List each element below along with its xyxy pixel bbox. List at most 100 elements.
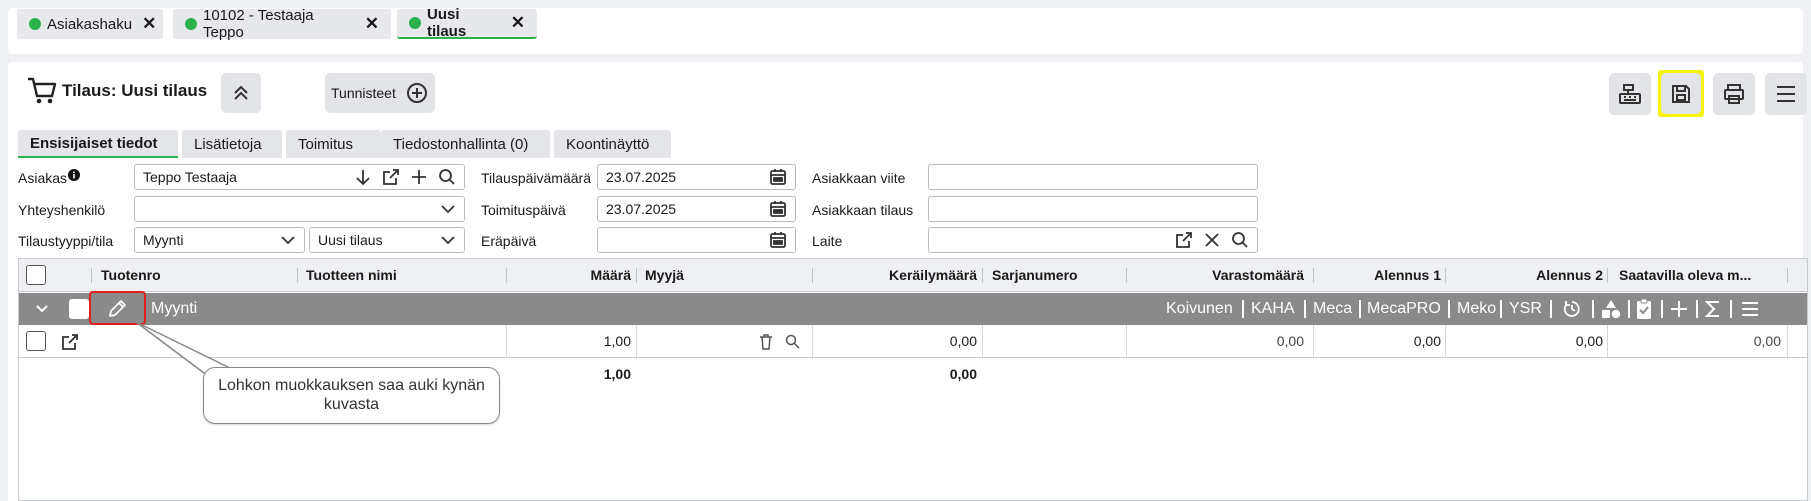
delivery-date-field[interactable]: 23.07.2025: [597, 196, 796, 222]
device-field[interactable]: [928, 227, 1258, 253]
cart-icon: [28, 77, 57, 104]
cell-divider: [636, 325, 637, 358]
order-type-select[interactable]: Myynti: [134, 227, 305, 253]
group-checkbox[interactable]: [69, 299, 89, 319]
customer-label: Asiakas: [18, 170, 68, 186]
column-divider: [1313, 268, 1314, 283]
search-icon[interactable]: [1231, 231, 1249, 249]
trash-icon[interactable]: [759, 334, 773, 350]
cell-maara[interactable]: 1,00: [509, 325, 631, 358]
group-link-meca[interactable]: Meca: [1313, 293, 1352, 325]
delivery-date-value: 23.07.2025: [606, 201, 677, 217]
open-external-icon[interactable]: [1175, 231, 1193, 249]
open-external-icon[interactable]: [61, 333, 79, 351]
select-all-checkbox[interactable]: [26, 265, 46, 285]
group-link-kaha[interactable]: KAHA: [1251, 293, 1295, 325]
order-type-value: Myynti: [143, 232, 184, 248]
cash-register-button[interactable]: [1609, 73, 1651, 115]
save-button[interactable]: [1661, 73, 1701, 114]
group-link-mecapro[interactable]: MecaPRO: [1367, 293, 1441, 325]
grid-header: Tuotenro Tuotteen nimi Määrä Myyjä Keräi…: [19, 259, 1807, 292]
tab-label: Lisätietoja: [194, 135, 262, 153]
column-header-myyja[interactable]: Myyjä: [645, 259, 684, 292]
sum-icon[interactable]: [1704, 299, 1722, 319]
cell-divider: [1313, 325, 1314, 358]
tags-button[interactable]: Tunnisteet: [325, 73, 435, 113]
clipboard-check-icon[interactable]: [1635, 298, 1653, 320]
search-icon[interactable]: [785, 334, 800, 349]
hamburger-icon[interactable]: [1740, 300, 1760, 318]
collapse-header-button[interactable]: [221, 73, 261, 113]
calendar-icon[interactable]: [769, 231, 787, 249]
column-header-sarjanumero[interactable]: Sarjanumero: [992, 259, 1078, 292]
customer-reference-field[interactable]: [928, 164, 1258, 190]
cell-divider: [1126, 325, 1127, 358]
info-icon[interactable]: [68, 169, 80, 181]
chevron-down-icon: [441, 236, 455, 245]
order-status-select[interactable]: Uusi tilaus: [309, 227, 465, 253]
calendar-icon[interactable]: [769, 168, 787, 186]
due-date-label: Eräpäivä: [481, 233, 537, 249]
close-icon[interactable]: ✕: [142, 14, 156, 34]
order-type-label: Tilaustyyppi/tila: [18, 233, 114, 249]
window-tab-asiakashaku[interactable]: Asiakashaku ✕: [17, 9, 163, 39]
cell-divider: [982, 325, 983, 358]
customer-order-field[interactable]: [928, 196, 1258, 222]
history-icon[interactable]: [1562, 299, 1582, 319]
clear-icon[interactable]: [1203, 231, 1221, 249]
group-link-divider: [1304, 300, 1306, 318]
column-header-kerailymaara[interactable]: Keräilymäärä: [819, 259, 977, 292]
group-link-meko[interactable]: Meko: [1457, 293, 1496, 325]
tab-delivery[interactable]: Toimitus: [286, 130, 381, 158]
search-icon[interactable]: [438, 168, 456, 186]
column-divider: [506, 268, 507, 283]
table-row[interactable]: 1,00 0,00 0,00 0,00 0,00 0,00: [19, 325, 1807, 358]
column-header-tuotteen-nimi[interactable]: Tuotteen nimi: [306, 259, 397, 292]
window-tab-new-order[interactable]: Uusi tilaus ✕: [397, 6, 537, 40]
due-date-field[interactable]: [597, 227, 796, 253]
status-dot-icon: [185, 18, 197, 30]
plus-icon[interactable]: [1669, 299, 1689, 319]
print-button[interactable]: [1713, 73, 1755, 115]
tab-file-management[interactable]: Tiedostonhallinta (0): [381, 130, 550, 158]
column-divider: [636, 268, 637, 283]
tab-dashboard[interactable]: Koontinäyttö: [554, 130, 671, 158]
column-divider: [1445, 268, 1446, 283]
group-link-koivunen[interactable]: Koivunen: [1166, 293, 1233, 325]
page-title: Tilaus: Uusi tilaus: [62, 81, 208, 100]
chevron-down-icon[interactable]: [35, 304, 49, 314]
column-header-saatavilla[interactable]: Saatavilla oleva m...: [1619, 259, 1751, 292]
column-divider: [91, 268, 92, 283]
cell-divider: [1445, 325, 1446, 358]
row-checkbox[interactable]: [26, 331, 46, 351]
close-icon[interactable]: ✕: [365, 14, 379, 34]
total-kerailymaara: 0,00: [949, 366, 977, 382]
column-header-alennus-1[interactable]: Alennus 1: [1319, 259, 1441, 292]
arrow-down-icon[interactable]: [354, 168, 372, 186]
shapes-icon[interactable]: [1600, 299, 1622, 319]
column-header-maara[interactable]: Määrä: [509, 259, 631, 292]
close-icon[interactable]: ✕: [511, 13, 525, 33]
calendar-icon[interactable]: [769, 200, 787, 218]
contact-select[interactable]: [134, 196, 465, 222]
group-link-divider: [1550, 300, 1552, 318]
column-header-varastomaara[interactable]: Varastomäärä: [1129, 259, 1304, 292]
group-link-ysr[interactable]: YSR: [1509, 293, 1542, 325]
cell-varastomaara: 0,00: [1276, 333, 1304, 349]
chevron-down-icon: [281, 236, 295, 245]
column-header-alennus-2[interactable]: Alennus 2: [1449, 259, 1603, 292]
menu-button[interactable]: [1765, 73, 1807, 115]
order-date-field[interactable]: 23.07.2025: [597, 164, 796, 190]
cell-alennus-2[interactable]: 0,00: [1449, 325, 1603, 358]
cell-alennus-1[interactable]: 0,00: [1319, 325, 1441, 358]
group-link-divider: [1242, 300, 1244, 318]
order-date-label: Tilauspäivämäärä: [481, 170, 591, 186]
plus-icon[interactable]: [410, 168, 428, 186]
cell-kerailymaara[interactable]: 0,00: [819, 325, 977, 358]
customer-field[interactable]: Teppo Testaaja: [134, 164, 465, 190]
tab-additional-info[interactable]: Lisätietoja: [182, 130, 282, 158]
column-header-tuotenro[interactable]: Tuotenro: [101, 259, 161, 292]
tab-primary-info[interactable]: Ensisijaiset tiedot: [18, 130, 178, 158]
open-external-icon[interactable]: [382, 168, 400, 186]
window-tab-customer[interactable]: 10102 - Testaaja Teppo ✕: [173, 7, 391, 41]
